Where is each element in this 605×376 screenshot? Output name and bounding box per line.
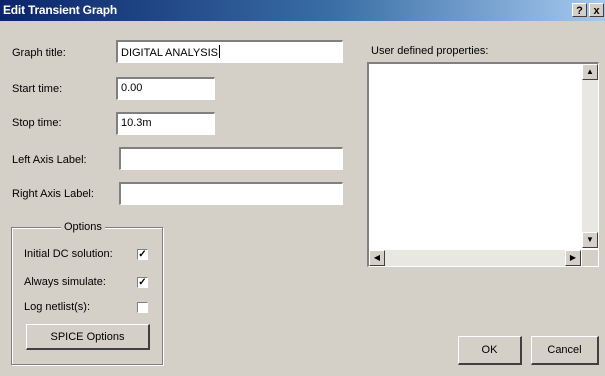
scroll-down-arrow-icon[interactable]: ▼: [582, 232, 598, 248]
options-group: Options Initial DC solution: ✓ Always si…: [11, 221, 163, 365]
vertical-scrollbar[interactable]: ▲ ▼: [582, 64, 598, 248]
close-button[interactable]: x: [589, 3, 604, 17]
scrollbar-corner: [582, 250, 598, 266]
cancel-button[interactable]: Cancel: [531, 336, 599, 365]
always-simulate-label: Always simulate:: [24, 276, 106, 288]
graph-title-value: DIGITAL ANALYSIS: [121, 47, 218, 59]
start-time-label: Start time:: [12, 83, 63, 95]
ok-button[interactable]: OK: [458, 336, 522, 365]
stop-time-value: 10.3m: [121, 117, 152, 129]
log-netlist-label: Log netlist(s):: [24, 301, 91, 313]
spice-options-button[interactable]: SPICE Options: [26, 324, 150, 350]
right-axis-label-label: Right Axis Label:: [12, 188, 94, 200]
scroll-up-arrow-icon[interactable]: ▲: [582, 64, 598, 80]
scroll-left-arrow-icon[interactable]: ◀: [369, 250, 385, 266]
user-properties-label: User defined properties:: [371, 45, 489, 57]
window-title: Edit Transient Graph: [3, 3, 118, 17]
user-properties-list[interactable]: ▲ ▼ ◀ ▶: [367, 62, 599, 267]
left-axis-label-input[interactable]: [119, 147, 343, 170]
check-icon: ✓: [138, 277, 147, 288]
help-button[interactable]: ?: [572, 3, 587, 17]
start-time-input[interactable]: 0.00: [116, 77, 215, 100]
graph-title-label: Graph title:: [12, 47, 66, 59]
log-netlist-checkbox[interactable]: [137, 302, 148, 313]
options-group-title: Options: [61, 221, 105, 233]
graph-title-input[interactable]: DIGITAL ANALYSIS: [116, 40, 343, 63]
start-time-value: 0.00: [121, 82, 143, 94]
left-axis-label-label: Left Axis Label:: [12, 154, 87, 166]
horizontal-scrollbar[interactable]: ◀ ▶: [369, 250, 581, 266]
initial-dc-label: Initial DC solution:: [24, 248, 113, 260]
right-axis-label-input[interactable]: [119, 182, 343, 205]
always-simulate-checkbox[interactable]: ✓: [137, 277, 148, 288]
initial-dc-checkbox[interactable]: ✓: [137, 249, 148, 260]
stop-time-input[interactable]: 10.3m: [116, 112, 215, 135]
title-bar: Edit Transient Graph ? x: [0, 0, 605, 21]
check-icon: ✓: [138, 249, 147, 260]
scroll-right-arrow-icon[interactable]: ▶: [565, 250, 581, 266]
stop-time-label: Stop time:: [12, 117, 62, 129]
text-caret: [219, 45, 220, 58]
